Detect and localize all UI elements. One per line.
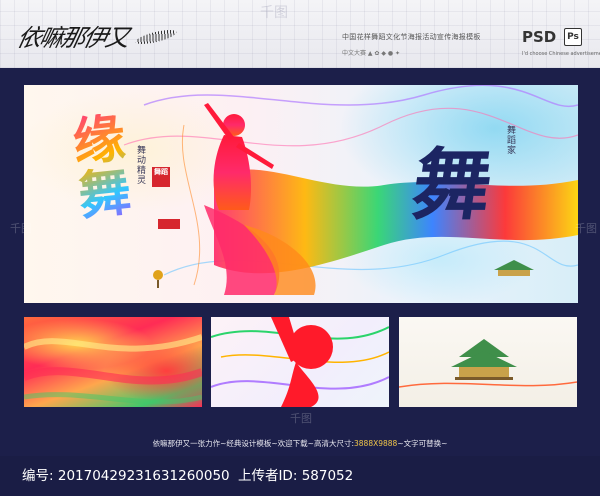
info-text: 编号: 20170429231631260050 上传者ID: 587052 — [22, 464, 353, 484]
poster-red-block — [158, 219, 180, 229]
info-bar: 编号: 20170429231631260050 上传者ID: 587052 — [0, 456, 600, 496]
thumbnail-fabric-art — [24, 334, 202, 405]
detail-thumbnail-temple[interactable] — [399, 317, 577, 407]
watermark-right: 千图 — [575, 222, 597, 235]
header-sub-tagline: 中文大赛 ▲ ✿ ◆ ● ✦ — [342, 50, 401, 57]
id-value: 20170429231631260050 — [57, 468, 230, 484]
poster-vertical-text-left: 舞动精灵 — [135, 145, 145, 185]
poster-vertical-text-right: 舞蹈家 — [505, 125, 515, 155]
header-tagline: 中国花样舞蹈文化节海报活动宣传海报模板 — [342, 33, 481, 41]
detail-thumbnail-fabric[interactable] — [24, 317, 202, 407]
thumbnail-silhouette-art — [211, 317, 389, 407]
format-subtitle: I'd choose Chinese advertisement — [522, 51, 600, 57]
header-band: 千图 依嘛那伊又 中国花样舞蹈文化节海报活动宣传海报模板 中文大赛 ▲ ✿ ◆ … — [0, 0, 600, 68]
thumbnail-temple-art — [399, 339, 577, 388]
credit-prefix: 依嘛那伊又一张力作~经典设计模板~欢迎下载~高清大尺寸: — [152, 439, 354, 448]
watermark-left: 千图 — [10, 222, 32, 235]
header-subtitle: 中国花样舞蹈文化节海报活动宣传海报模板 中文大赛 ▲ ✿ ◆ ● ✦ — [342, 32, 514, 57]
main-poster-preview[interactable]: 缘舞 舞 舞蹈 舞动精灵 舞蹈家 — [24, 85, 578, 303]
credit-size: 3888X9888 — [354, 439, 398, 448]
format-block: PSD Ps I'd choose Chinese advertisement — [522, 28, 600, 57]
uploader-label: 上传者ID: — [237, 468, 298, 484]
uploader-value: 587052 — [301, 468, 354, 484]
credit-line: 依嘛那伊又一张力作~经典设计模板~欢迎下载~高清大尺寸:3888X9888~文字… — [0, 438, 600, 449]
photoshop-icon: Ps — [564, 28, 582, 46]
detail-thumbnail-silhouette[interactable] — [211, 317, 389, 407]
watermark-bottom: 千图 — [290, 412, 312, 425]
poster-title-right: 舞 — [406, 140, 498, 231]
credit-suffix: ~文字可替换~ — [397, 439, 448, 448]
poster-red-tag: 舞蹈 — [152, 167, 170, 187]
watermark-top: 千图 — [260, 5, 288, 21]
designer-signature: 依嘛那伊又 — [14, 24, 131, 52]
id-label: 编号: — [22, 468, 54, 484]
